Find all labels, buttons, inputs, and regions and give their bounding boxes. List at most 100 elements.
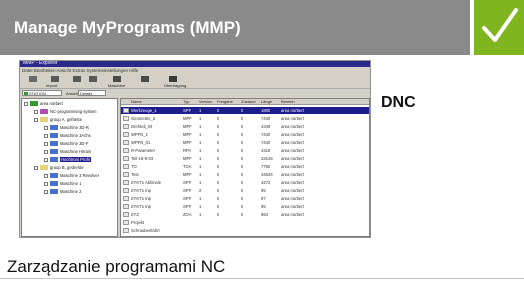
tree-item[interactable]: Maschine 2 [44,189,81,196]
column-header[interactable]: Freigabe [217,99,233,105]
tree-item[interactable]: Maschine 3 Revolver [44,173,99,180]
tree-item-label: Maschine 2 [60,189,82,194]
table-row[interactable]: Geometrie_2 MPF 1 0 0 7440 area norbert [121,115,369,122]
window-titlebar: MMP - Explorer [20,61,370,67]
folder-tree[interactable]: area norbert NC-programming system group A… [21,98,118,237]
toolbar-button[interactable]: Import [46,76,62,88]
table-cell: R-Parameter [131,148,155,153]
table-row[interactable]: ZYKT1 Inp SPF 1 0 0 97 area norbert [121,195,369,202]
table-cell: 0 [217,172,220,177]
column-header[interactable]: Zustand [241,99,255,105]
expand-icon[interactable] [44,189,48,194]
toolbar-button[interactable]: Übertragung [164,76,186,88]
toolbar-button[interactable] [26,76,40,87]
table-row[interactable]: ZYKT1 Inp SPF 1 0 0 95 area norbert [121,203,369,210]
table-cell: 1800 [261,108,271,113]
tree-item[interactable]: group B, gedrehte [34,165,84,172]
toolbar: Import Maschine Übertragung [20,74,370,89]
table-cell: area norbert [281,124,304,129]
address-input[interactable]: STATION [22,90,62,96]
expand-icon[interactable] [34,109,38,114]
file-icon [123,188,129,193]
tree-item[interactable]: Hochtroni Profil [44,157,91,164]
tree-item[interactable]: NC-programming system [34,109,97,116]
table-row[interactable]: WPFN_1 MPF 1 0 0 7440 area norbert [121,131,369,138]
table-cell: 1 [199,116,202,121]
column-header[interactable]: Bereich [281,99,295,105]
toolbar-button[interactable] [70,76,84,87]
table-row[interactable]: ZYKT1 Inp SPF 2 0 0 95 area norbert [121,187,369,194]
expand-icon[interactable] [44,125,48,130]
caption: Zarządzanie programami NC [7,257,226,276]
folder-icon [40,117,48,123]
tree-item[interactable]: group A, gefräste [34,117,82,124]
tree-item[interactable]: Maschine 1 [44,181,81,188]
table-cell: 1 [199,196,202,201]
expand-icon[interactable] [44,157,48,162]
station-icon [24,92,28,95]
tree-item[interactable]: Maschine 3D-R [44,125,89,132]
table-cell: 0 [241,124,244,129]
table-row[interactable]: Werkzeuge_1 SPF 1 0 0 1800 area norbert [121,107,369,114]
table-cell: Projekt [131,220,145,225]
window-title: MMP - Explorer [23,60,58,66]
table-cell: area norbert [281,164,304,169]
expand-icon[interactable] [34,117,38,122]
toolbar-button[interactable] [138,76,152,87]
tree-item-label: group A, gefräste [50,117,82,122]
table-cell: 0 [241,196,244,201]
toolbar-button-label: Übertragung [164,83,187,88]
table-row[interactable]: ZYZ ZOA 1 0 0 964 area norbert [121,211,369,218]
table-cell: area norbert [281,212,304,217]
table-row[interactable]: R-Parameter RPA 1 0 0 4318 area norbert [121,147,369,154]
table-cell: area norbert [281,204,304,209]
table-row[interactable]: WPFN_01 MPF 1 0 0 7440 area norbert [121,139,369,146]
expand-icon[interactable] [44,141,48,146]
table-cell: 0 [217,188,220,193]
tree-item[interactable]: Maschine 3D-F [44,141,88,148]
table-cell: RPA [183,148,192,153]
column-header[interactable]: Typ [183,99,189,105]
tree-item[interactable]: area norbert [24,101,63,108]
column-header[interactable]: Länge [261,99,272,105]
table-row[interactable]: TO TOA 1 0 0 7750 area norbert [121,163,369,170]
table-cell: area norbert [281,140,304,145]
slide-header: Manage MyPrograms (MMP) [0,0,470,55]
table-row[interactable]: Schraubenfahrt [121,227,369,234]
table-row[interactable]: Drehteil_04 MPF 1 0 0 4349 area norbert [121,123,369,130]
expand-icon[interactable] [44,173,48,178]
table-cell: ZYKT1 Inp [131,196,152,201]
table-cell: Werkzeuge_1 [131,108,157,113]
table-cell: 7440 [261,116,271,121]
view-select[interactable]: Details [78,90,106,96]
table-cell: ZYKT1 Ablimale [131,180,162,185]
table-row[interactable]: Test MPF 1 0 0 34534 area norbert [121,171,369,178]
table-cell: 1 [199,204,202,209]
table-cell: 0 [241,204,244,209]
tree-item[interactable]: Maschine Hitrain [44,149,91,156]
table-row[interactable]: ZYKT1 Ablimale SPF 1 0 0 4272 area norbert [121,179,369,186]
file-icon [123,220,129,225]
header-title: Manage MyPrograms (MMP) [14,18,241,37]
table-cell: SPF [183,196,192,201]
expand-icon[interactable] [24,101,28,106]
table-cell: 95 [261,204,266,209]
menu-bar[interactable]: Datei Bearbeiten Ansicht Extras Systemei… [22,68,138,73]
table-cell: 0 [217,140,220,145]
column-header[interactable]: Name [131,99,142,105]
expand-icon[interactable] [44,181,48,186]
toolbar-button[interactable] [86,76,100,87]
table-cell: 1 [199,172,202,177]
expand-icon[interactable] [34,165,38,170]
table-row[interactable]: Teil-18-6-03 MPF 1 0 0 33145 area norbert [121,155,369,162]
tree-item[interactable]: Maschine 3Achs [44,133,91,140]
folder-icon [30,101,38,107]
column-header[interactable]: Version [199,99,212,105]
table-cell: WPFN_01 [131,140,151,145]
expand-icon[interactable] [44,133,48,138]
table-row[interactable]: Projekt [121,219,369,226]
forward-icon [89,76,97,82]
toolbar-button[interactable]: Maschine [108,76,125,88]
expand-icon[interactable] [44,149,48,154]
program-list[interactable]: Name Typ Version Freigabe Zustand Länge Bereic… [120,98,370,237]
